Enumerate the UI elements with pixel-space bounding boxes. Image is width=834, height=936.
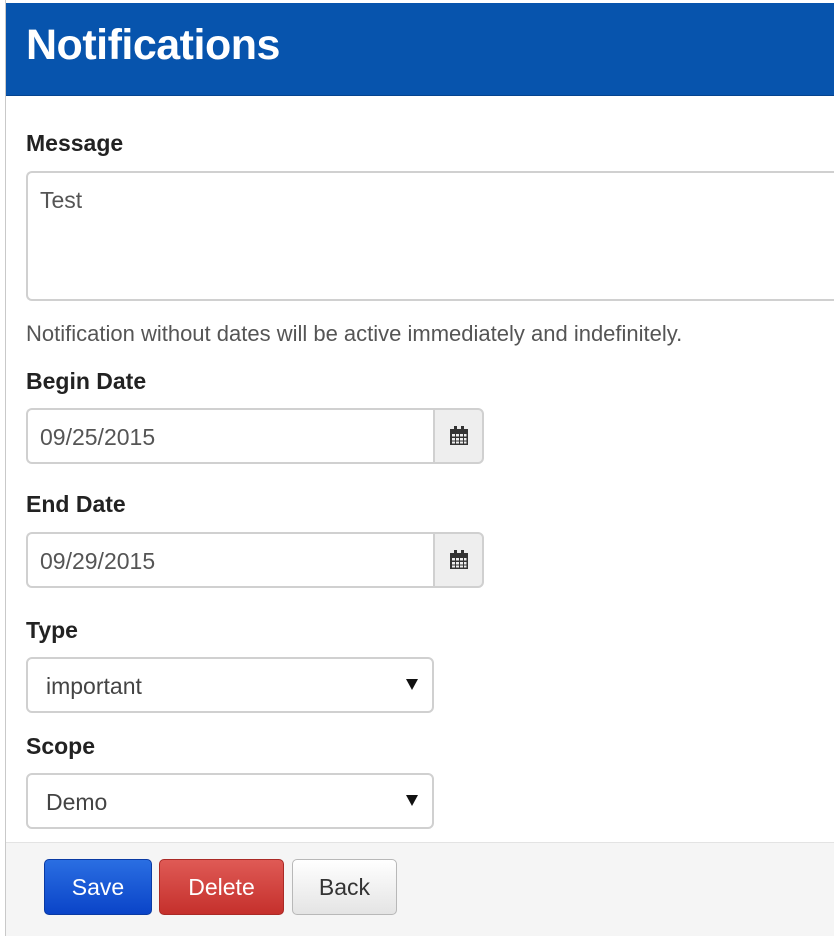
form-actions: Save Delete Back <box>6 842 834 936</box>
help-text: Notification without dates will be activ… <box>26 321 683 346</box>
save-button[interactable]: Save <box>44 859 152 915</box>
message-label: Message <box>26 130 124 156</box>
scope-selected-value: Demo <box>46 789 108 815</box>
begin-date-group: 09/25/2015 <box>26 408 484 464</box>
type-select[interactable]: important <box>26 657 434 713</box>
type-label: Type <box>26 617 78 643</box>
end-date-group: 09/29/2015 <box>26 532 484 588</box>
delete-button[interactable]: Delete <box>159 859 284 915</box>
scope-select[interactable]: Demo <box>26 773 434 829</box>
notifications-panel: Notifications Message Test Notification … <box>5 0 834 936</box>
begin-date-calendar-button[interactable] <box>433 408 484 464</box>
message-textarea[interactable]: Test <box>26 171 834 301</box>
begin-date-value: 09/25/2015 <box>40 424 156 450</box>
type-selected-value: important <box>46 673 142 699</box>
end-date-input[interactable]: 09/29/2015 <box>26 532 433 588</box>
begin-date-input[interactable]: 09/25/2015 <box>26 408 433 464</box>
end-date-label: End Date <box>26 491 126 517</box>
message-value: Test <box>40 187 83 213</box>
page-title: Notifications <box>26 21 280 69</box>
page-header: Notifications <box>6 3 834 96</box>
scope-label: Scope <box>26 733 96 759</box>
calendar-icon <box>449 426 468 445</box>
chevron-down-icon <box>406 679 418 690</box>
end-date-calendar-button[interactable] <box>433 532 484 588</box>
back-button[interactable]: Back <box>292 859 397 915</box>
chevron-down-icon <box>406 795 418 806</box>
begin-date-label: Begin Date <box>26 368 147 394</box>
end-date-value: 09/29/2015 <box>40 548 156 574</box>
calendar-icon <box>449 550 468 569</box>
